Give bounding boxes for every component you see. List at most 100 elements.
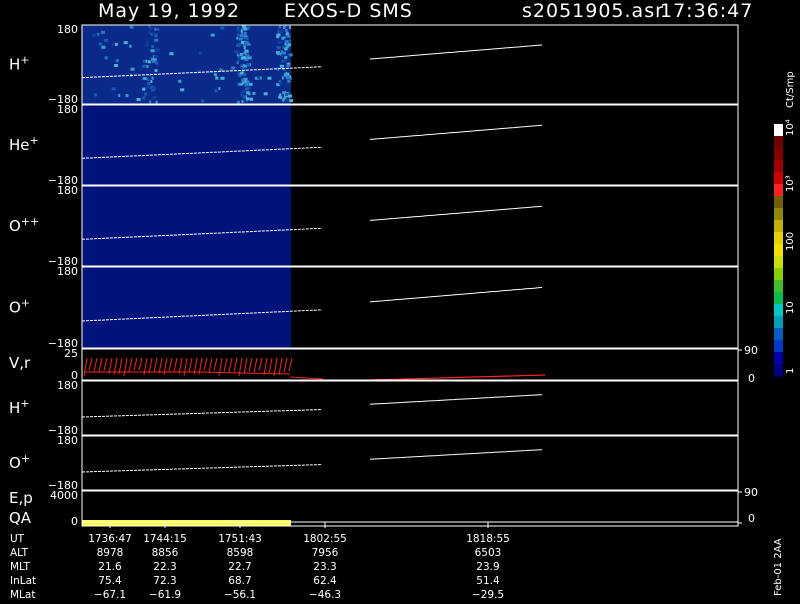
trace-line xyxy=(81,409,323,418)
spectrogram-cell xyxy=(288,53,293,57)
spectrogram-cell xyxy=(111,87,116,91)
spectrogram-cell xyxy=(237,51,240,55)
spectrogram-cell xyxy=(104,38,109,42)
spectrogram-cell xyxy=(151,45,155,49)
spectrogram-cell xyxy=(215,76,219,80)
velocity-vector xyxy=(118,357,123,374)
spectrogram-cell xyxy=(283,51,286,55)
velocity-vector xyxy=(268,357,273,375)
velocity-vector xyxy=(183,357,188,376)
colorbar-swatch xyxy=(774,148,783,161)
footer-value: 8598 xyxy=(227,547,254,559)
velocity-vector xyxy=(243,357,248,375)
velocity-vector xyxy=(128,357,133,372)
colorbar-swatch xyxy=(774,316,783,329)
stamp: Feb-01 2AA xyxy=(773,538,784,596)
spectrogram-cell xyxy=(284,25,287,29)
spectrogram-cell xyxy=(242,95,246,99)
colorbar-unit: Ct/Smp xyxy=(785,71,796,108)
footer-value: −61.9 xyxy=(149,589,181,600)
velocity-vector xyxy=(263,357,268,376)
y-tick-top: 180 xyxy=(57,103,78,116)
spectrogram-cell xyxy=(142,87,146,91)
trace-line xyxy=(81,464,323,473)
spectrogram-cell xyxy=(281,76,284,80)
spectrogram-cell xyxy=(101,30,105,34)
velocity-vector xyxy=(288,357,293,372)
spectrogram-cell xyxy=(152,96,157,100)
velocity-vector xyxy=(233,357,238,372)
footer-value: 1802:55 xyxy=(303,533,347,545)
spectrogram-cell xyxy=(237,58,241,62)
colorbar-swatch xyxy=(774,364,783,377)
spectrogram-cell xyxy=(243,46,246,50)
spectrogram-cell xyxy=(111,43,114,47)
spectrogram-cell xyxy=(118,94,121,97)
right-tick-top: 90 xyxy=(744,486,758,499)
spectrogram-cell xyxy=(244,36,249,40)
spectrogram-cell xyxy=(152,59,156,63)
spectrogram-cell xyxy=(91,33,96,37)
velocity-vector xyxy=(153,357,158,373)
footer-label: InLat xyxy=(10,575,36,587)
footer-value: −29.5 xyxy=(472,589,504,600)
spectrogram-cell xyxy=(243,73,247,77)
velocity-vector xyxy=(138,357,143,371)
velocity-vector xyxy=(168,357,173,372)
colorbar-swatch xyxy=(774,244,783,257)
panel-label: H+ xyxy=(9,397,30,417)
y-tick-top: 180 xyxy=(57,434,78,447)
velocity-vector xyxy=(208,357,213,373)
velocity-vector xyxy=(188,357,193,373)
velocity-vector xyxy=(203,357,208,371)
velocity-vector xyxy=(228,357,233,373)
spectrogram-cell xyxy=(245,87,250,91)
velocity-vector xyxy=(253,357,258,374)
spectrogram-cell xyxy=(180,88,185,92)
spectrogram-cell xyxy=(152,87,157,91)
right-tick-bottom: 0 xyxy=(748,512,755,525)
spectrogram-cell xyxy=(149,100,152,104)
panels: 180−180H+180−180He+180−180O++180−180O+25… xyxy=(9,23,758,528)
velocity-vector xyxy=(108,357,113,374)
spectrogram-cell xyxy=(169,52,174,56)
panel-frame xyxy=(81,490,739,523)
spectrogram-cell xyxy=(281,36,285,40)
spectrogram-cell xyxy=(246,91,250,95)
footer-value: 7956 xyxy=(312,547,339,559)
footer-value: 22.7 xyxy=(228,561,251,573)
panel-label: He+ xyxy=(9,134,39,154)
spectrogram-cell xyxy=(277,41,282,44)
spectrogram-cell xyxy=(153,55,157,59)
colorbar-swatch xyxy=(774,160,783,173)
spectrogram-fill xyxy=(82,105,291,185)
panel-0: 180−180H+ xyxy=(9,23,739,106)
footer-value: 72.3 xyxy=(153,575,176,587)
spectrogram-cell xyxy=(220,76,225,80)
spectrogram-cell xyxy=(233,50,238,54)
footer-value: 62.4 xyxy=(313,575,337,587)
spectrogram-cell xyxy=(238,37,243,41)
footer-value: 1751:43 xyxy=(218,533,262,545)
panel-label: O++ xyxy=(9,215,39,235)
colorbar-tick-label: 10³ xyxy=(785,175,796,192)
panel-7: 4000 90 E,p xyxy=(9,486,758,523)
velocity-vector xyxy=(98,357,103,372)
spectrogram-cell xyxy=(241,41,244,45)
colorbar-swatch xyxy=(774,340,783,353)
spectrogram-cell xyxy=(281,93,284,97)
spectrogram-fill xyxy=(82,186,291,266)
panel-frame xyxy=(81,380,739,436)
y-tick-top: 25 xyxy=(64,347,78,360)
spectrogram-cell xyxy=(129,25,134,29)
spectrogram-cell xyxy=(279,64,284,68)
colorbar-tick-label: 10 xyxy=(785,301,796,314)
spectrogram-cell xyxy=(287,64,290,68)
trace-line xyxy=(369,287,543,303)
spectrogram-cell xyxy=(145,43,149,47)
panel-2: 180−180O++ xyxy=(9,184,739,268)
sms-plot: May 19, 1992 EXOS-D SMS s2051905.asr 17:… xyxy=(9,0,796,601)
spectrogram-cell xyxy=(245,97,250,101)
velocity-vector xyxy=(258,357,263,371)
footer-value: 1744:15 xyxy=(143,533,187,545)
